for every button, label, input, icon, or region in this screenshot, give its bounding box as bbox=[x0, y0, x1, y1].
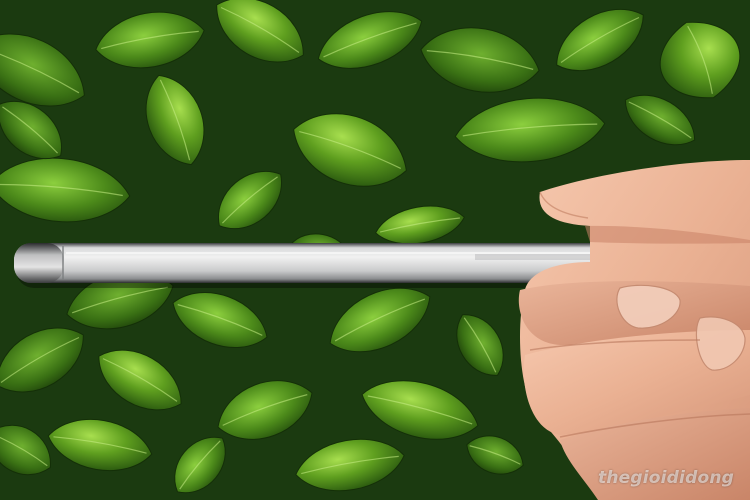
product-photo bbox=[0, 0, 750, 500]
photo-scene: thegioididong bbox=[0, 0, 750, 500]
watermark-text: thegioididong bbox=[598, 468, 734, 488]
